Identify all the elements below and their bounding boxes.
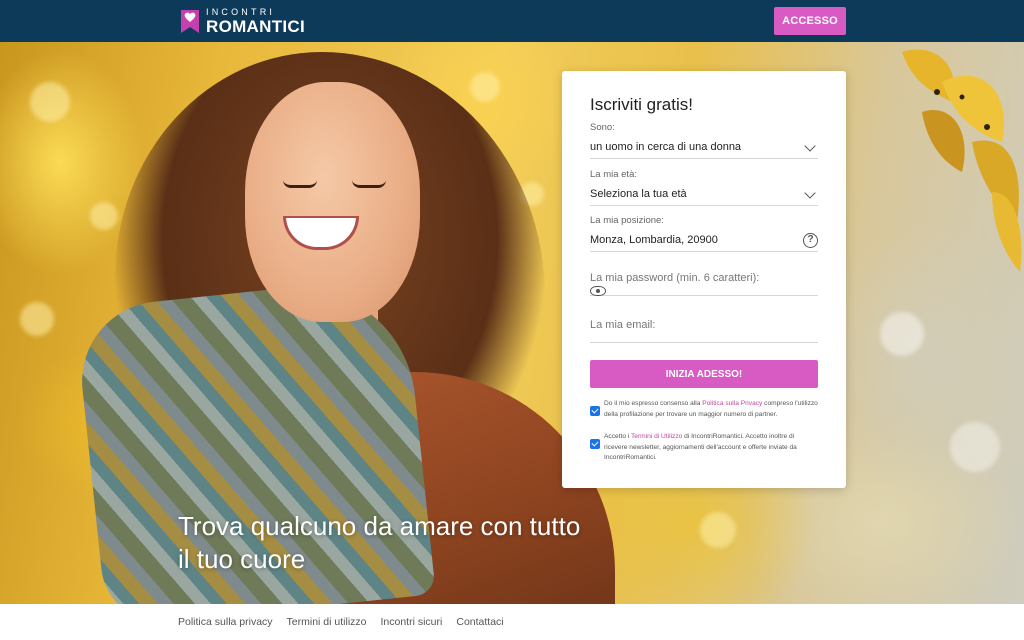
gender-value: un uomo in cerca di una donna — [590, 141, 742, 153]
age-label: La mia età: — [590, 169, 637, 180]
footer-link-contact[interactable]: Contattaci — [456, 616, 503, 628]
footer-link-privacy[interactable]: Politica sulla privacy — [178, 616, 273, 628]
age-select[interactable]: La mia età: Seleziona la tua età — [590, 169, 818, 206]
terms-consent-text: Accetto i Termini di Utilizzo di Incontr… — [604, 432, 818, 464]
logo-text-bottom: ROMANTICI — [206, 16, 306, 36]
password-placeholder: La mia password (min. 6 caratteri): — [590, 272, 760, 284]
site-logo[interactable]: INCONTRI ROMANTICI — [178, 6, 305, 36]
gender-select[interactable]: Sono: un uomo in cerca di una donna — [590, 122, 818, 159]
signup-form-card: Iscriviti gratis! Sono: un uomo in cerca… — [562, 71, 846, 488]
password-field[interactable]: La mia password (min. 6 caratteri): — [590, 272, 818, 296]
background-bokeh — [470, 72, 500, 102]
privacy-consent: Do il mio espresso consenso alla Politic… — [590, 399, 818, 420]
background-bokeh — [20, 302, 54, 336]
background-bokeh — [90, 202, 118, 230]
signup-title: Iscriviti gratis! — [590, 95, 693, 114]
footer: Politica sulla privacy Termini di utiliz… — [0, 604, 1024, 640]
hero-section: Trova qualcuno da amare con tutto il tuo… — [0, 42, 1024, 604]
age-value: Seleziona la tua età — [590, 188, 687, 200]
email-field[interactable]: La mia email: — [590, 319, 818, 343]
login-button[interactable]: ACCESSO — [774, 7, 846, 35]
email-placeholder: La mia email: — [590, 319, 656, 331]
location-value: Monza, Lombardia, 20900 — [590, 234, 718, 246]
footer-link-safe-dating[interactable]: Incontri sicuri — [381, 616, 443, 628]
woman-eye-right — [352, 180, 386, 188]
background-bokeh — [880, 312, 924, 356]
location-field[interactable]: La mia posizione: Monza, Lombardia, 2090… — [590, 215, 818, 252]
top-navigation-bar: INCONTRI ROMANTICI ACCESSO — [0, 0, 1024, 42]
heart-logo-icon — [178, 7, 202, 35]
logo-text-top: INCONTRI — [206, 6, 276, 17]
background-bokeh — [700, 512, 736, 548]
footer-links: Politica sulla privacy Termini di utiliz… — [178, 616, 518, 628]
terms-of-use-link[interactable]: Termini di Utilizzo — [631, 433, 682, 440]
woman-face — [245, 82, 420, 322]
privacy-consent-checkbox[interactable] — [590, 406, 600, 416]
location-label: La mia posizione: — [590, 215, 664, 226]
autumn-leaves-decoration — [902, 49, 1022, 272]
privacy-policy-link[interactable]: Politica sulla Privacy — [702, 400, 762, 407]
woman-eye-left — [283, 180, 317, 188]
background-bokeh — [30, 82, 70, 122]
terms-consent-checkbox[interactable] — [590, 439, 600, 449]
consent-text-part: Do il mio espresso consenso alla — [604, 400, 703, 407]
help-circle-icon[interactable]: ? — [803, 233, 818, 248]
gender-label: Sono: — [590, 122, 615, 133]
hero-headline: Trova qualcuno da amare con tutto il tuo… — [178, 511, 581, 574]
footer-link-terms[interactable]: Termini di utilizzo — [287, 616, 367, 628]
privacy-consent-text: Do il mio espresso consenso alla Politic… — [604, 399, 818, 420]
consent-text-part: Accetto i — [604, 433, 631, 440]
background-bokeh — [950, 422, 1000, 472]
eye-icon[interactable] — [590, 286, 606, 296]
start-now-button[interactable]: INIZIA ADESSO! — [590, 360, 818, 388]
terms-consent: Accetto i Termini di Utilizzo di Incontr… — [590, 432, 818, 464]
